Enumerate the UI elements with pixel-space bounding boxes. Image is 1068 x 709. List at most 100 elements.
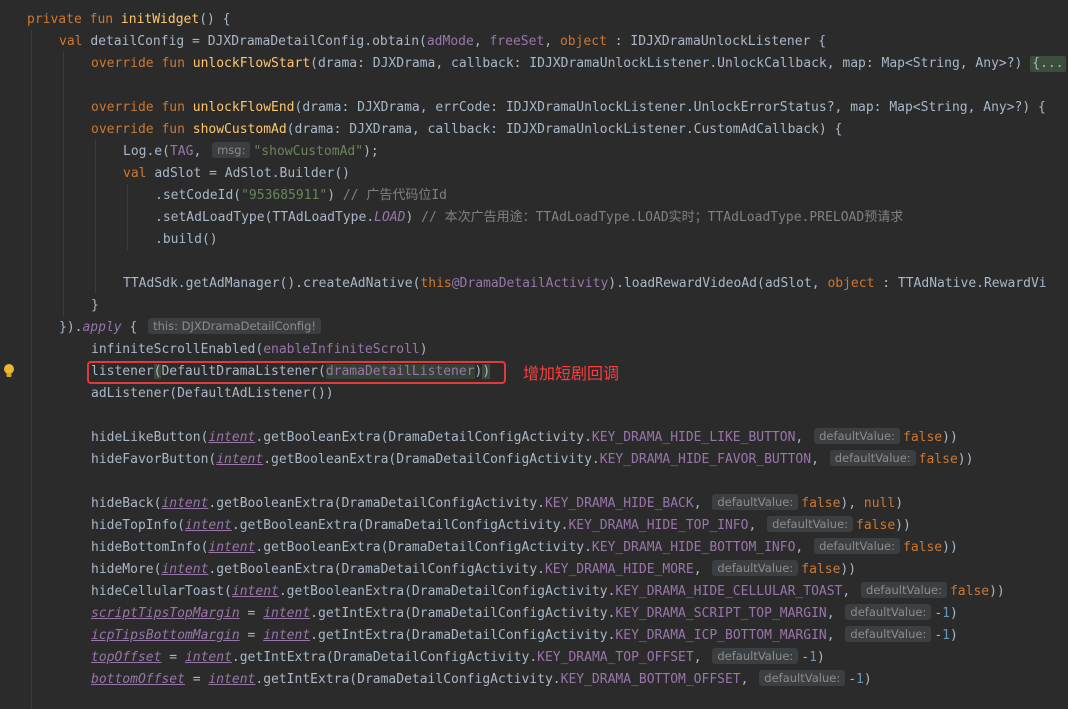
code-token: KEY_DRAMA_HIDE_TOP_INFO: [568, 518, 749, 533]
inlay-hint: defaultValue:: [767, 516, 854, 532]
code-token: .setAdLoadType(TTAdLoadType.: [155, 210, 375, 225]
code-token: ,: [544, 34, 560, 49]
code-token: ): [327, 188, 343, 203]
code-line: override fun showCustomAd(drama: DJXDram…: [91, 119, 842, 141]
folded-code[interactable]: {...: [1030, 56, 1066, 72]
code-line: .build(): [155, 229, 218, 251]
code-line: override fun unlockFlowEnd(drama: DJXDra…: [91, 97, 1046, 119]
code-token: KEY_DRAMA_HIDE_BOTTOM_INFO: [591, 540, 796, 555]
code-token: intent: [263, 606, 311, 621]
code-token: ,: [795, 540, 812, 555]
code-token: .build(): [155, 232, 218, 247]
code-token: ,: [826, 628, 843, 643]
indent-guide: [31, 30, 32, 709]
code-token: "showCustomAd": [253, 144, 364, 159]
code-token: Log.e(: [123, 144, 170, 159]
code-line: }).apply { this: DJXDramaDetailConfig!: [59, 317, 324, 339]
indent-guide: [127, 184, 128, 250]
code-token: 1: [942, 628, 950, 643]
code-token: intent: [231, 584, 279, 599]
code-token: ): [949, 628, 958, 643]
code-token: @DramaDetailActivity: [451, 276, 609, 291]
code-token: .getBooleanExtra(DramaDetailConfigActivi…: [208, 496, 545, 511]
code-token: : IDJXDramaUnlockListener {: [614, 34, 827, 49]
code-token: 1: [809, 650, 817, 665]
code-token: () {: [199, 12, 231, 27]
code-token: unlockFlowEnd: [192, 100, 295, 115]
code-token: .getBooleanExtra(DramaDetailConfigActivi…: [231, 518, 569, 533]
code-line: private fun initWidget() {: [27, 9, 231, 31]
code-token: KEY_DRAMA_BOTTOM_OFFSET: [560, 672, 741, 687]
inlay-hint: defaultValue:: [759, 670, 846, 686]
code-token: (drama: DJXDrama, errCode: IDJXDramaUnlo…: [294, 100, 1046, 115]
code-token: this: [420, 276, 452, 291]
code-token: )): [942, 540, 958, 555]
code-line: icpTipsBottomMargin = intent.getIntExtra…: [91, 625, 958, 647]
code-token: ): [863, 672, 872, 687]
code-token: )): [895, 518, 911, 533]
code-token: topOffset: [91, 650, 162, 665]
code-line: TTAdSdk.getAdManager().createAdNative(th…: [123, 273, 1047, 295]
code-token: enableInfiniteScroll: [263, 342, 420, 357]
code-token: KEY_DRAMA_HIDE_BACK: [544, 496, 694, 511]
code-token: ): [405, 210, 422, 225]
code-token: ).loadRewardVideoAd(adSlot,: [608, 276, 828, 291]
code-editor[interactable]: private fun initWidget() { val detailConf…: [0, 0, 1068, 709]
code-token: "953685911": [241, 188, 328, 203]
code-token: TTAdSdk.getAdManager().createAdNative(: [123, 276, 421, 291]
code-token: -: [848, 672, 857, 687]
code-token: detailConfig = DJXDramaDetailConfig.obta…: [90, 34, 427, 49]
code-token: val: [123, 166, 155, 181]
code-token: null: [863, 496, 896, 511]
indent-guide: [63, 52, 64, 316]
code-token: KEY_DRAMA_HIDE_CELLULAR_TOAST: [615, 584, 843, 599]
code-line: .setCodeId("953685911") // 广告代码位Id: [155, 185, 447, 207]
code-token: -: [801, 650, 810, 665]
code-token: intent: [216, 452, 264, 467]
inlay-hint: defaultValue:: [845, 626, 932, 642]
code-token: override fun: [91, 122, 193, 137]
lightbulb-icon[interactable]: [2, 363, 16, 379]
code-token: false: [801, 496, 841, 511]
inlay-hint: defaultValue:: [712, 494, 799, 510]
code-token: // 广告代码位Id: [342, 188, 447, 203]
code-token: intent: [184, 518, 232, 533]
inlay-hint: defaultValue:: [861, 582, 947, 598]
code-token: val: [59, 34, 91, 49]
code-token: ,: [795, 430, 812, 445]
inlay-hint: defaultValue:: [829, 450, 916, 466]
code-line: topOffset = intent.getIntExtra(DramaDeta…: [91, 647, 825, 669]
code-token: }).: [59, 320, 83, 335]
code-token: ): [419, 342, 428, 357]
code-token: );: [363, 144, 379, 159]
code-token: )): [989, 584, 1005, 599]
code-token: apply: [82, 320, 122, 335]
code-token: private fun: [27, 12, 121, 27]
code-line: Log.e(TAG, msg: "showCustomAd");: [123, 141, 379, 163]
code-token: initWidget: [120, 12, 200, 27]
code-token: hideBottomInfo(: [91, 540, 209, 555]
code-token: =: [239, 606, 264, 621]
code-token: intent: [263, 628, 311, 643]
code-token: =: [161, 650, 185, 665]
code-token: hideLikeButton(: [91, 430, 209, 445]
code-token: hideCellularToast(: [91, 584, 232, 599]
code-token: (drama: DJXDrama, callback: IDJXDramaUnl…: [310, 56, 1031, 71]
code-token: )): [942, 430, 958, 445]
code-token: .getIntExtra(DramaDetailConfigActivity.: [310, 606, 616, 621]
inlay-hint: defaultValue:: [712, 560, 799, 576]
code-token: ): [895, 496, 904, 511]
annotation-label: 增加短剧回调: [523, 364, 620, 383]
code-token: ): [949, 606, 958, 621]
indent-guide: [95, 140, 96, 294]
code-line: hideLikeButton(intent.getBooleanExtra(Dr…: [91, 427, 958, 449]
code-token: ,: [473, 34, 490, 49]
code-token: .getIntExtra(DramaDetailConfigActivity.: [255, 672, 561, 687]
code-token: KEY_DRAMA_HIDE_FAVOR_BUTTON: [599, 452, 812, 467]
code-line: .setAdLoadType(TTAdLoadType.LOAD) // 本次广…: [155, 207, 903, 229]
code-token: (drama: DJXDrama, callback: IDJXDramaUnl…: [286, 122, 843, 137]
code-token: ,: [193, 144, 210, 159]
inlay-hint: msg:: [212, 142, 251, 158]
inlay-hint: defaultValue:: [712, 648, 799, 664]
code-line: adListener(DefaultAdListener()): [91, 383, 334, 405]
